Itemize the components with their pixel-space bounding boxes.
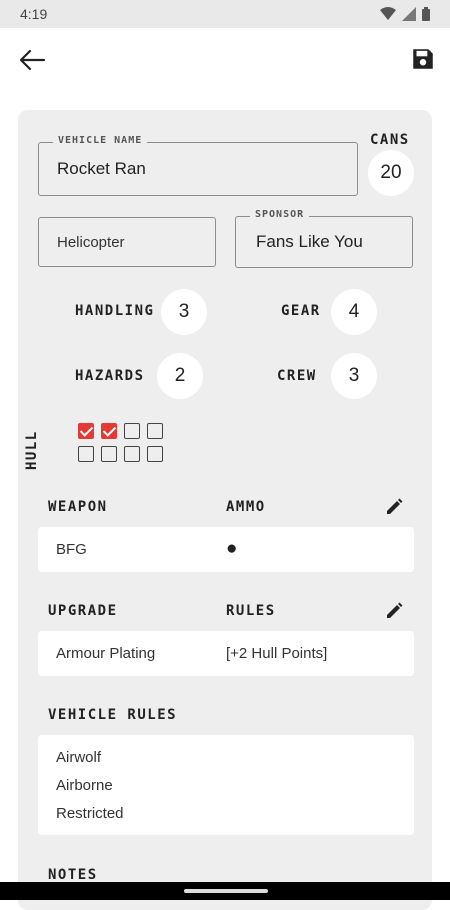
hull-checkbox[interactable] bbox=[101, 423, 117, 439]
crew-label: CREW bbox=[277, 368, 317, 384]
edit-upgrades-icon[interactable] bbox=[384, 601, 404, 621]
handling-label: HANDLING bbox=[75, 303, 155, 319]
vehicle-name-value: Rocket Ran bbox=[57, 159, 146, 178]
hull-checkbox[interactable] bbox=[101, 446, 117, 462]
sponsor-label: SPONSOR bbox=[250, 209, 310, 220]
vehicle-type-value: Helicopter bbox=[57, 234, 125, 251]
status-icons bbox=[380, 7, 430, 21]
hull-checkbox[interactable] bbox=[78, 446, 94, 462]
vehicle-rule-item: Restricted bbox=[56, 805, 124, 822]
vehicle-name-label: VEHICLE NAME bbox=[53, 135, 148, 146]
crew-value[interactable]: 3 bbox=[331, 353, 377, 399]
upgrade-name: Armour Plating bbox=[56, 645, 156, 662]
back-arrow-icon[interactable] bbox=[18, 48, 46, 72]
weapon-name: BFG bbox=[56, 541, 87, 558]
sponsor-field[interactable]: SPONSOR Fans Like You bbox=[235, 209, 413, 268]
edit-weapons-icon[interactable] bbox=[384, 497, 404, 517]
hull-checkbox[interactable] bbox=[78, 423, 94, 439]
app-bar bbox=[0, 28, 450, 92]
status-bar: 4:19 bbox=[0, 0, 450, 28]
vehicle-name-field[interactable]: VEHICLE NAME Rocket Ran bbox=[38, 135, 358, 196]
hazards-value[interactable]: 2 bbox=[157, 353, 203, 399]
rules-header: RULES bbox=[226, 603, 276, 619]
hull-label: HULL bbox=[24, 430, 40, 470]
notes-header: NOTES bbox=[48, 867, 98, 883]
vehicle-rule-item: Airwolf bbox=[56, 749, 102, 766]
vehicle-rules-list[interactable]: Airwolf Airborne Restricted bbox=[38, 735, 414, 835]
weapon-header: WEAPON bbox=[48, 499, 108, 515]
weapon-row[interactable]: BFG ● bbox=[38, 527, 414, 572]
hull-checkbox[interactable] bbox=[124, 446, 140, 462]
home-gesture-handle[interactable] bbox=[184, 889, 268, 893]
battery-icon bbox=[422, 7, 430, 21]
save-icon[interactable] bbox=[410, 46, 436, 72]
vehicle-rules-header: VEHICLE RULES bbox=[48, 707, 178, 723]
signal-icon bbox=[402, 7, 416, 21]
gear-label: GEAR bbox=[281, 303, 321, 319]
sponsor-value: Fans Like You bbox=[256, 232, 363, 251]
status-time: 4:19 bbox=[20, 6, 48, 22]
weapon-ammo: ● bbox=[226, 538, 238, 559]
ammo-header: AMMO bbox=[226, 499, 266, 515]
hazards-label: HAZARDS bbox=[75, 368, 145, 384]
vehicle-type-field[interactable]: Helicopter bbox=[38, 217, 216, 267]
handling-value[interactable]: 3 bbox=[161, 289, 207, 335]
hull-checkbox[interactable] bbox=[147, 446, 163, 462]
gear-value[interactable]: 4 bbox=[331, 289, 377, 335]
cans-label: CANS bbox=[370, 132, 410, 148]
upgrade-rules: [+2 Hull Points] bbox=[226, 645, 328, 662]
vehicle-rule-item: Airborne bbox=[56, 777, 113, 794]
cans-value[interactable]: 20 bbox=[368, 150, 414, 196]
wifi-icon bbox=[380, 7, 396, 20]
upgrade-row[interactable]: Armour Plating [+2 Hull Points] bbox=[38, 631, 414, 676]
upgrade-header: UPGRADE bbox=[48, 603, 118, 619]
hull-checkbox[interactable] bbox=[147, 423, 163, 439]
hull-checkbox[interactable] bbox=[124, 423, 140, 439]
